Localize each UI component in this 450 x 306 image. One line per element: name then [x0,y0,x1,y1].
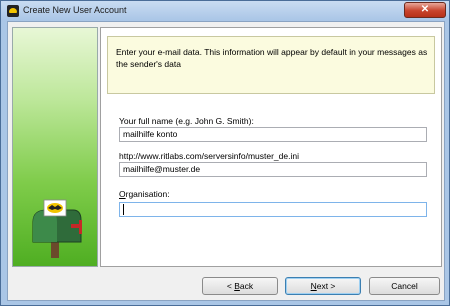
back-label: ack [239,281,254,291]
organisation-field[interactable] [119,202,427,217]
wizard-side-panel [12,27,98,267]
full-name-field[interactable]: mailhilfe konto [119,127,427,142]
window-title: Create New User Account [23,5,127,15]
full-name-label: Your full name (e.g. John G. Smith): [119,116,254,126]
organisation-mnemonic: O [119,189,126,199]
info-text: Enter your e-mail data. This information… [116,47,428,69]
organisation-label-text: rganisation: [125,189,170,199]
text-caret [123,204,124,216]
next-label: ext > [316,281,336,291]
create-account-window: Create New User Account ✕ Enter your e-m… [0,0,450,306]
full-name-value: mailhilfe konto [123,129,178,139]
email-field[interactable]: mailhilfe@muster.de [119,162,427,177]
email-value: mailhilfe@muster.de [123,164,201,174]
organisation-label: Organisation: [119,189,170,199]
cancel-button[interactable]: Cancel [369,277,440,295]
back-button[interactable]: < Back [202,277,278,295]
next-button[interactable]: Next > [285,277,361,295]
close-icon: ✕ [420,4,430,15]
title-bar[interactable]: Create New User Account ✕ [1,1,449,21]
info-box: Enter your e-mail data. This information… [107,36,435,94]
cancel-label: Cancel [391,281,418,291]
server-info-url-label: http://www.ritlabs.com/serversinfo/muste… [119,151,299,161]
close-button[interactable]: ✕ [404,2,446,18]
bat-app-icon [7,5,19,17]
mailbox-icon [32,199,82,258]
dialog-client-area: Enter your e-mail data. This information… [7,21,445,301]
wizard-content-panel: Enter your e-mail data. This information… [100,27,442,267]
